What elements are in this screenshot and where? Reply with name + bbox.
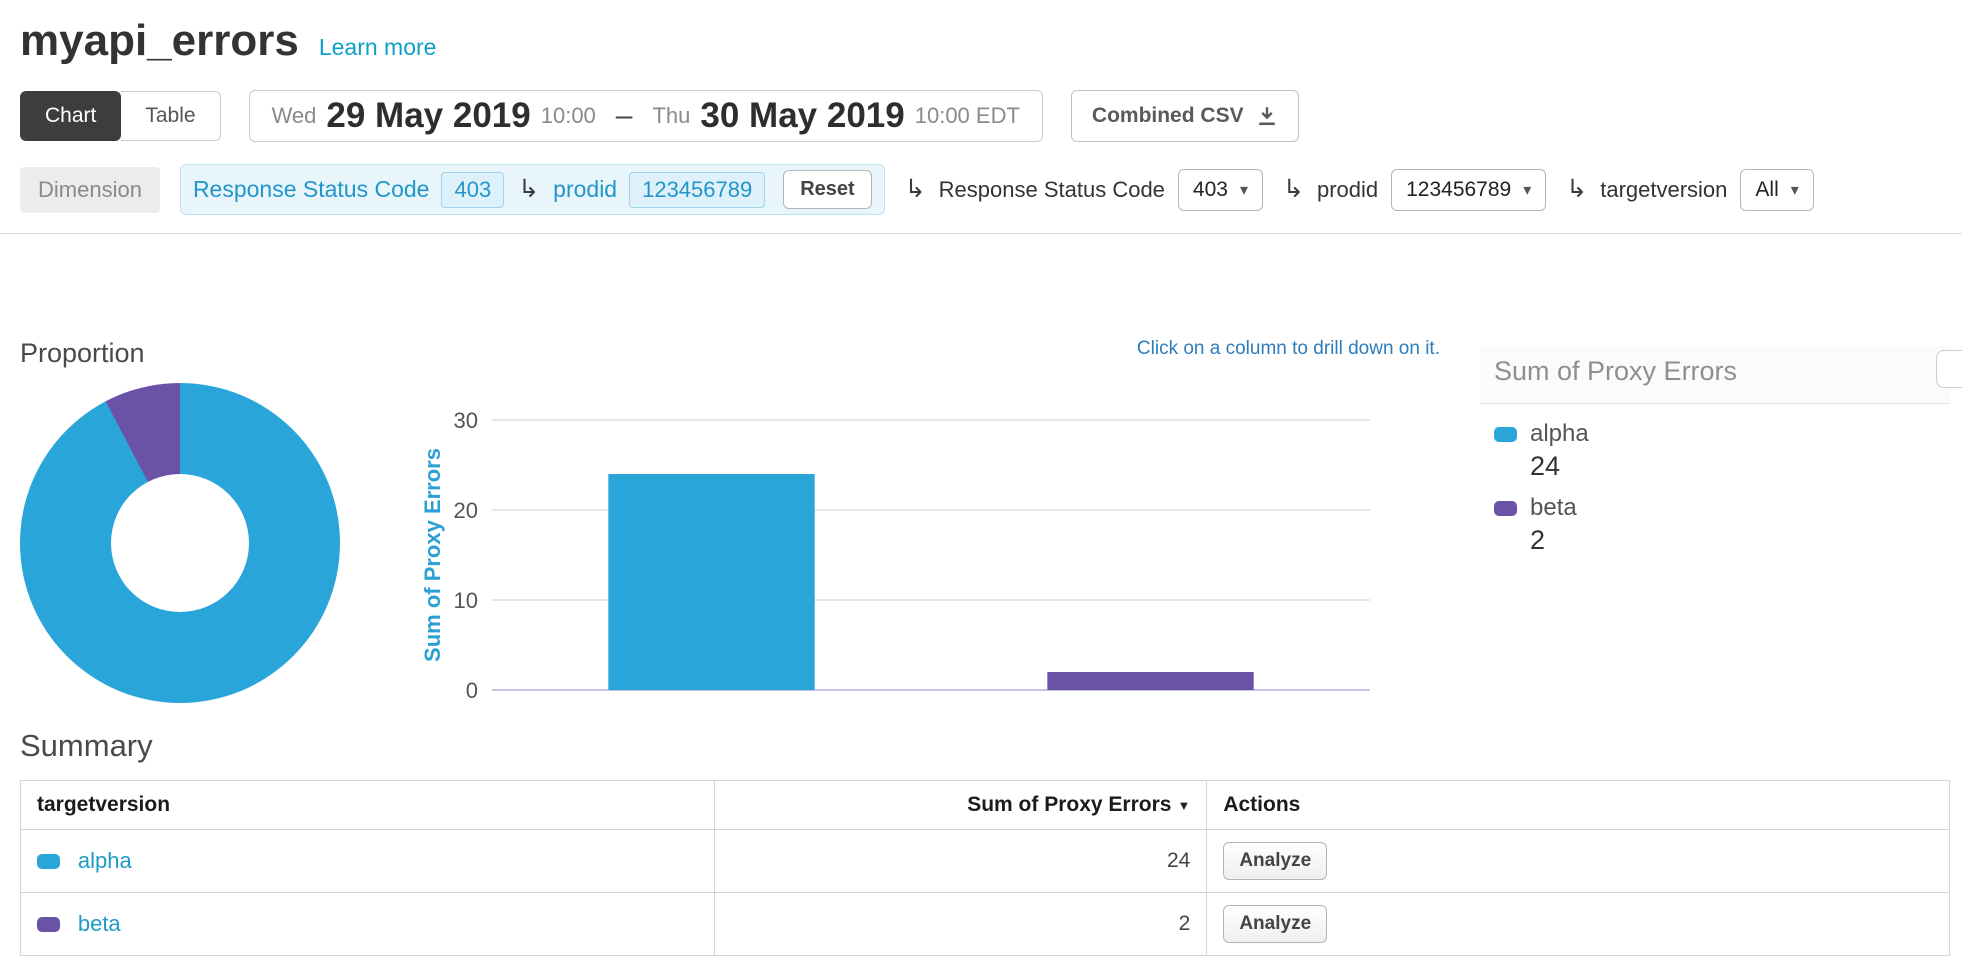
- drill-arrow-icon: ↳: [1566, 177, 1587, 202]
- toolbar: Chart Table Wed 29 May 2019 10:00 – Thu …: [20, 90, 1950, 142]
- chevron-down-icon: ▾: [1791, 180, 1799, 200]
- analyze-button[interactable]: Analyze: [1223, 905, 1327, 943]
- bar-chart-panel: Click on a column to drill down on it. 0…: [420, 338, 1480, 704]
- drill-arrow-icon: ↳: [1283, 177, 1304, 202]
- chevron-down-icon: ▾: [1523, 180, 1531, 200]
- drilldown-label: Response Status Code: [939, 177, 1165, 203]
- learn-more-link[interactable]: Learn more: [319, 34, 437, 61]
- page: myapi_errors Learn more Chart Table Wed …: [0, 0, 1962, 976]
- selected-value: All: [1755, 178, 1778, 202]
- date-range-picker[interactable]: Wed 29 May 2019 10:00 – Thu 30 May 2019 …: [249, 90, 1043, 142]
- end-time: 10:00 EDT: [915, 103, 1020, 129]
- section-divider: [0, 233, 1962, 234]
- breadcrumb: Response Status Code 403 ↳ prodid 123456…: [180, 164, 885, 215]
- drill-arrow-icon: ↳: [905, 177, 926, 202]
- drill-hint-text: Click on a column to drill down on it.: [1137, 338, 1440, 360]
- legend-item-beta: beta 2: [1494, 494, 1950, 556]
- legend-swatch-alpha: [1494, 427, 1517, 442]
- table-header-row: targetversion Sum of Proxy Errors▼ Actio…: [21, 781, 1950, 830]
- start-time: 10:00: [541, 103, 596, 129]
- breadcrumb-chip-response-status-code[interactable]: Response Status Code 403: [193, 172, 504, 208]
- legend-panel: Sum of Proxy Errors alpha 24 beta 2: [1480, 338, 1950, 704]
- cell-actions: Analyze: [1207, 893, 1950, 956]
- chip-value: 123456789: [629, 172, 765, 208]
- legend-label: beta: [1530, 494, 1577, 522]
- dimension-label: Dimension: [20, 167, 160, 213]
- chip-name: prodid: [553, 176, 617, 203]
- svg-text:20: 20: [454, 498, 478, 523]
- range-separator: –: [616, 99, 633, 133]
- reset-button[interactable]: Reset: [783, 170, 871, 209]
- proportion-panel: Proportion: [20, 338, 420, 704]
- header: myapi_errors Learn more: [20, 16, 1950, 66]
- column-header-actions: Actions: [1207, 781, 1950, 830]
- donut-hole: [111, 474, 249, 612]
- column-header-sum-of-proxy-errors[interactable]: Sum of Proxy Errors▼: [715, 781, 1207, 830]
- cell-targetversion: beta: [21, 893, 715, 956]
- sort-desc-icon: ▼: [1177, 798, 1190, 813]
- legend-label: alpha: [1530, 420, 1589, 448]
- end-day: Thu: [652, 103, 690, 129]
- table-row-alpha: alpha 24 Analyze: [21, 830, 1950, 893]
- chip-value: 403: [441, 172, 504, 208]
- page-title: myapi_errors: [20, 16, 299, 66]
- drilldown-label: prodid: [1317, 177, 1378, 203]
- end-date: 30 May 2019: [700, 96, 904, 136]
- targetversion-select[interactable]: All ▾: [1740, 169, 1813, 211]
- start-day: Wed: [272, 103, 317, 129]
- legend-list: alpha 24 beta 2: [1480, 420, 1950, 556]
- clipped-edge-control[interactable]: [1936, 350, 1962, 388]
- download-icon: [1256, 105, 1278, 127]
- combined-csv-button[interactable]: Combined CSV: [1071, 90, 1299, 142]
- legend-value: 24: [1530, 451, 1950, 482]
- bar-chart-svg[interactable]: 0 10 20 30 Sum of Proxy Errors: [420, 374, 1380, 704]
- series-swatch: [37, 854, 60, 869]
- selected-value: 403: [1193, 178, 1228, 202]
- legend-swatch-beta: [1494, 501, 1517, 516]
- proportion-title: Proportion: [20, 338, 420, 369]
- chip-name: Response Status Code: [193, 176, 430, 203]
- cell-targetversion: alpha: [21, 830, 715, 893]
- svg-text:Sum of Proxy Errors: Sum of Proxy Errors: [420, 448, 445, 662]
- charts-row: Proportion Click on a column to drill do…: [20, 338, 1950, 704]
- series-swatch: [37, 917, 60, 932]
- summary-table: targetversion Sum of Proxy Errors▼ Actio…: [20, 780, 1950, 956]
- drilldown-prodid: ↳ prodid 123456789 ▾: [1283, 169, 1546, 211]
- targetversion-link[interactable]: alpha: [78, 848, 132, 873]
- response-status-code-select[interactable]: 403 ▾: [1178, 169, 1263, 211]
- tab-table[interactable]: Table: [121, 91, 220, 141]
- start-date: 29 May 2019: [326, 96, 530, 136]
- drilldown-targetversion: ↳ targetversion All ▾: [1566, 169, 1814, 211]
- svg-text:0: 0: [466, 678, 478, 703]
- donut-chart[interactable]: [20, 383, 340, 703]
- dimension-row: Dimension Response Status Code 403 ↳ pro…: [20, 164, 1950, 215]
- tab-chart[interactable]: Chart: [20, 91, 121, 141]
- drilldown-response-status-code: ↳ Response Status Code 403 ▾: [905, 169, 1263, 211]
- view-toggle: Chart Table: [20, 91, 221, 141]
- table-row-beta: beta 2 Analyze: [21, 893, 1950, 956]
- svg-text:10: 10: [454, 588, 478, 613]
- legend-value: 2: [1530, 525, 1950, 556]
- prodid-select[interactable]: 123456789 ▾: [1391, 169, 1546, 211]
- breadcrumb-chip-prodid[interactable]: prodid 123456789: [553, 172, 765, 208]
- chevron-down-icon: ▾: [1240, 180, 1248, 200]
- cell-sum-of-proxy-errors: 2: [715, 893, 1207, 956]
- drilldown-label: targetversion: [1600, 177, 1727, 203]
- targetversion-link[interactable]: beta: [78, 911, 121, 936]
- cell-sum-of-proxy-errors: 24: [715, 830, 1207, 893]
- legend-item-alpha: alpha 24: [1494, 420, 1950, 482]
- csv-button-label: Combined CSV: [1092, 104, 1244, 128]
- analyze-button[interactable]: Analyze: [1223, 842, 1327, 880]
- summary-heading: Summary: [20, 728, 1950, 764]
- column-header-targetversion: targetversion: [21, 781, 715, 830]
- selected-value: 123456789: [1406, 178, 1511, 202]
- svg-text:30: 30: [454, 408, 478, 433]
- cell-actions: Analyze: [1207, 830, 1950, 893]
- drill-arrow-icon: ↳: [518, 177, 539, 202]
- legend-title: Sum of Proxy Errors: [1480, 346, 1950, 404]
